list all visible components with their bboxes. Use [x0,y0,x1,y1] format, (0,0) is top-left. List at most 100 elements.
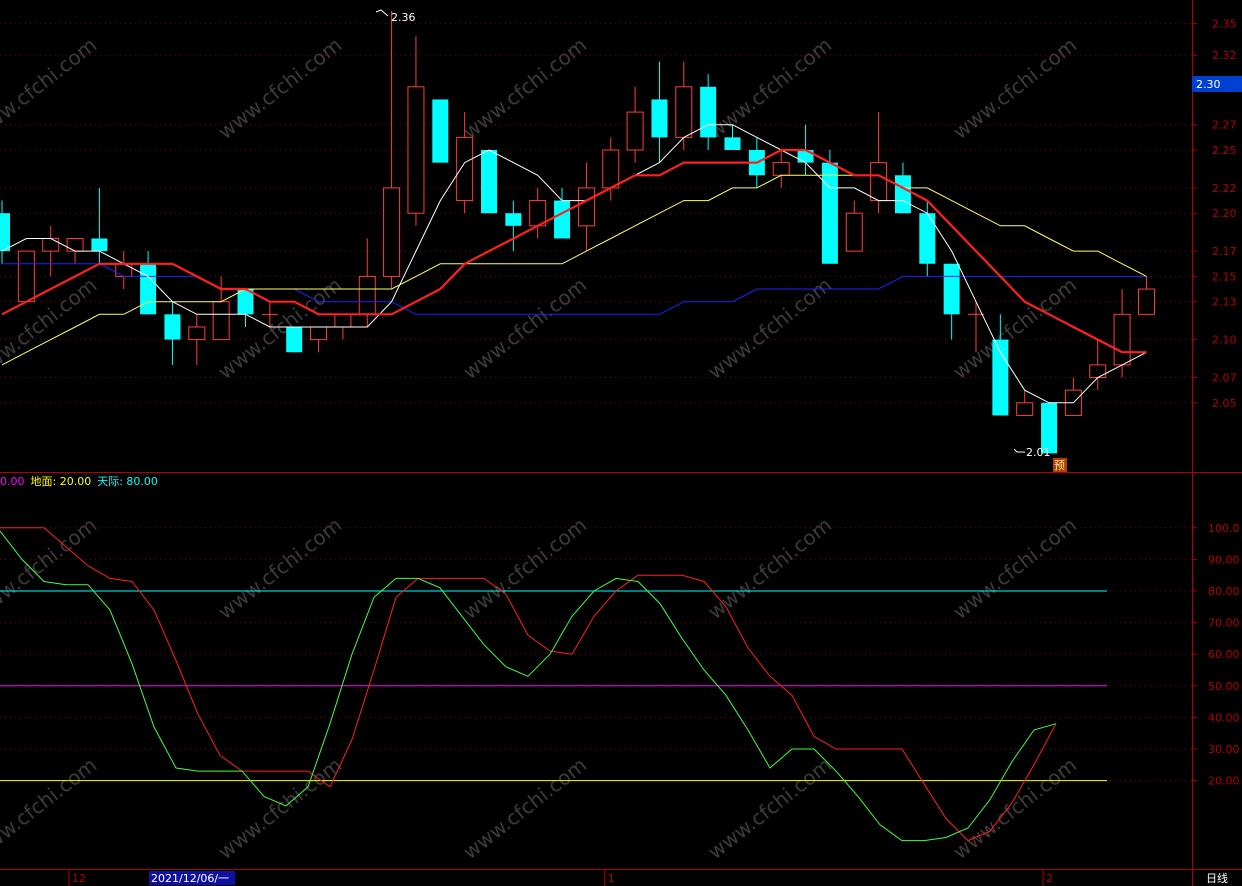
watermark-layer: www.cfchi.com www.cfchi.com www.cfchi.com w… [0,33,1081,864]
candle-body [310,326,328,341]
watermark-text: www.cfchi.com [213,753,346,864]
osc-tick-label: 80.00 [1208,585,1240,598]
osc-tick-label: 30.00 [1208,743,1240,756]
watermark-text: www.cfchi.com [213,513,346,624]
candle-body [286,326,303,353]
price-tick-label: 2.07 [1212,372,1237,385]
candle-body [943,263,960,315]
high-price-label: 2.36 [391,11,416,24]
low-price-label: 2.01 [1026,446,1051,459]
candle-body [626,111,644,151]
watermark-text: www.cfchi.com [948,753,1081,864]
candle-body [188,326,206,341]
time-cursor-label: 2021/12/06/一 [151,872,229,885]
time-tick-label: 1 [608,872,615,885]
candle-body [407,86,425,214]
candle-body [66,237,84,252]
oscillator-reference-lines [0,590,1107,782]
candle-body [602,149,620,189]
period-label[interactable]: 日线 [1206,871,1228,885]
candle-body [1089,364,1107,379]
price-tick-label: 2.13 [1212,296,1237,309]
watermark-text: www.cfchi.com [458,753,591,864]
candle-body [919,213,936,264]
price-tick-label: 2.10 [1212,334,1237,347]
chart-canvas: www.cfchi.com www.cfchi.com www.cfchi.com w… [0,0,1242,886]
candle-body [651,99,668,138]
candle-body [554,200,571,239]
time-axis-labels: 12 2021/12/06/一 1 2 [68,870,1053,886]
watermark-text: www.cfchi.com [703,513,836,624]
forecast-badge-label: 预 [1054,459,1065,472]
candle-body [1137,288,1155,315]
candle-body [212,301,230,341]
candle-body [724,137,741,150]
candle-body [481,150,497,214]
price-tick-label: 2.17 [1212,245,1237,258]
watermark-text: www.cfchi.com [213,33,346,144]
candle-body [0,213,10,252]
candle-body [1113,313,1131,366]
candle-body [577,187,595,227]
high-pointer [375,9,389,17]
ma-legend: MA10: 2.09 MA20: 2.15 MA60: 2.15 [2,0,202,2]
watermark-text: www.cfchi.com [948,513,1081,624]
candle-body [675,86,693,138]
candle-body [140,263,157,315]
candle-body [115,263,133,277]
legend-entry: MA20: 2.15 [71,0,134,2]
watermark-text: www.cfchi.com [948,273,1081,384]
osc-tick-label: 50.00 [1208,680,1240,693]
watermark-text: www.cfchi.com [0,33,101,144]
legend-entry: MA10: 2.09 [2,0,65,2]
price-tick-label: 2.20 [1212,207,1237,220]
time-tick-label: 2 [1046,872,1053,885]
candle-body [42,237,60,252]
price-tick-label: 2.05 [1212,397,1237,410]
price-tick-label: 2.22 [1212,182,1237,195]
watermark-text: www.cfchi.com [458,513,591,624]
watermark-text: www.cfchi.com [703,753,836,864]
osc-tick-label: 70.00 [1208,617,1240,630]
osc-tick-label: 90.00 [1208,553,1240,566]
osc-tick-label: 20.00 [1208,775,1240,788]
watermark-text: www.cfchi.com [458,33,591,144]
candle-body [821,162,838,264]
legend-entry: 天际: 80.00 [97,475,158,488]
price-tick-label: 2.27 [1212,119,1237,132]
candlestick-series [0,10,1155,454]
watermark-text: www.cfchi.com [0,513,101,624]
legend-entry: MA60: 2.15 [139,0,202,2]
candle-body [334,313,352,328]
price-tick-label: 2.15 [1212,270,1237,283]
legend-entry: 地面: 20.00 [31,475,92,488]
price-tick-label: 2.25 [1212,144,1237,157]
candle-body [456,136,474,202]
watermark-text: www.cfchi.com [948,33,1081,144]
candle-body [358,275,376,315]
candle-body [383,187,401,277]
candle-body [17,250,35,303]
candle-body [845,212,863,252]
time-tick-label: 12 [72,872,86,885]
oscillator-legend: 0.00 地面: 20.00 天际: 80.00 [0,475,158,488]
candle-body [870,162,888,202]
candle-body [164,314,181,340]
low-pointer [1013,448,1025,453]
watermark-text: www.cfchi.com [458,273,591,384]
osc-tick-label: 60.00 [1208,648,1240,661]
candle-body [894,175,911,214]
legend-entry: 0.00 [0,475,25,488]
price-tick-label: 2.32 [1212,49,1237,62]
current-price-label: 2.30 [1196,78,1221,91]
candle-body [772,162,790,176]
candle-body [91,238,108,252]
osc-tick-label: 100.0 [1208,522,1240,535]
candle-body [1016,402,1034,416]
watermark-text: www.cfchi.com [703,33,836,144]
candle-body [505,213,522,226]
osc-tick-label: 40.00 [1208,711,1240,724]
price-tick-label: 2.35 [1212,18,1237,31]
watermark-text: www.cfchi.com [0,753,101,864]
candle-body [432,99,449,163]
